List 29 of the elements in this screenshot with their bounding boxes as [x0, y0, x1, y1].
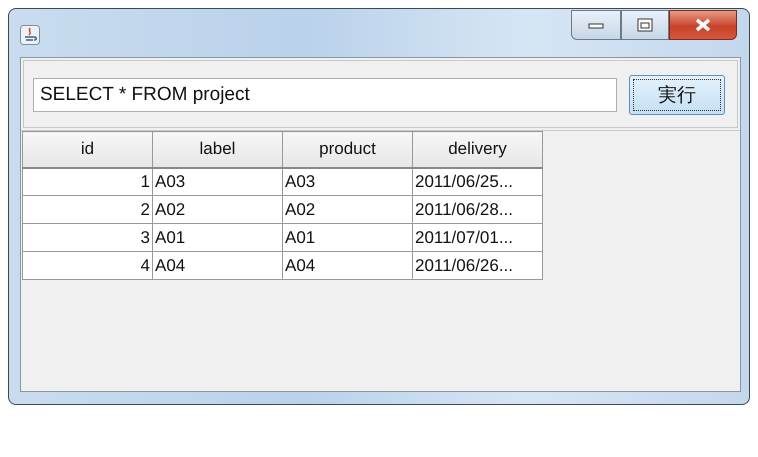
table-cell: A03	[152, 168, 282, 196]
table-cell: A01	[282, 224, 412, 252]
table-cell: 1	[22, 168, 152, 196]
maximize-icon	[637, 18, 653, 32]
table-cell: A03	[282, 168, 412, 196]
column-header[interactable]: label	[152, 132, 282, 168]
table-cell: A02	[152, 196, 282, 224]
table-cell: A01	[152, 224, 282, 252]
table-cell: A04	[282, 252, 412, 280]
maximize-button[interactable]	[621, 10, 669, 40]
table-cell: 2011/06/26...	[412, 252, 542, 280]
table-cell: 3	[22, 224, 152, 252]
table-cell: A02	[282, 196, 412, 224]
column-header[interactable]: id	[22, 132, 152, 168]
column-header[interactable]: delivery	[412, 132, 542, 168]
minimize-icon	[588, 21, 604, 29]
table-cell: 4	[22, 252, 152, 280]
run-button[interactable]: 実行	[629, 75, 725, 115]
close-button[interactable]	[669, 10, 737, 40]
minimize-button[interactable]	[571, 10, 621, 40]
close-icon	[694, 18, 712, 32]
table-cell: 2011/07/01...	[412, 224, 542, 252]
table-cell: 2	[22, 196, 152, 224]
table-cell: 2011/06/28...	[412, 196, 542, 224]
column-header[interactable]: product	[282, 132, 412, 168]
table-cell: A04	[152, 252, 282, 280]
query-field[interactable]: SELECT * FROM project	[33, 78, 617, 112]
table-cell: 2011/06/25...	[412, 168, 542, 196]
coffee-cup-icon	[20, 25, 40, 45]
